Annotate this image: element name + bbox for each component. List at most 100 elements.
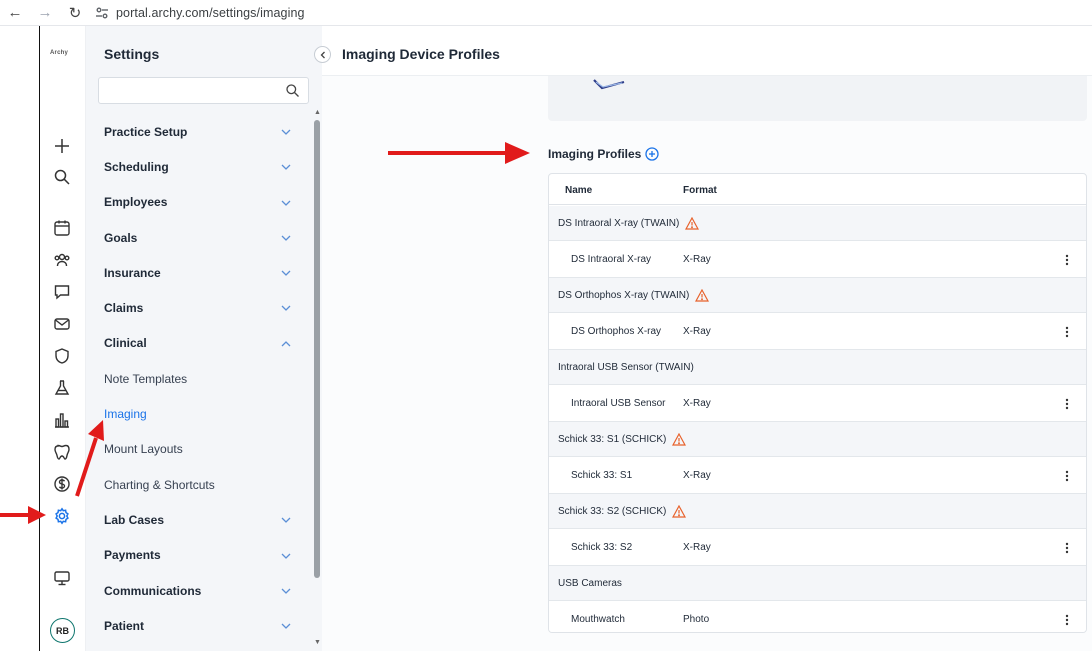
more-options-kebab-icon[interactable]: [1064, 469, 1070, 483]
table-header: Name Format: [549, 174, 1086, 205]
settings-menu-label: Imaging: [104, 407, 147, 422]
warning-triangle-icon[interactable]: [672, 432, 687, 446]
desktop-monitor-icon[interactable]: [50, 566, 74, 590]
warning-triangle-icon[interactable]: [685, 216, 700, 230]
settings-menu-label: Mount Layouts: [104, 442, 183, 457]
plus-icon[interactable]: [50, 134, 74, 158]
profile-name: Schick 33: S1: [571, 470, 633, 481]
forward-arrow-icon[interactable]: →: [30, 0, 60, 26]
warning-triangle-icon[interactable]: [672, 504, 687, 518]
chevron-down-icon[interactable]: [280, 302, 292, 314]
settings-menu-label: Communications: [104, 583, 202, 598]
patients-icon[interactable]: [50, 248, 74, 272]
settings-menu-item-mount-layouts[interactable]: Mount Layouts: [86, 432, 312, 467]
chevron-up-icon[interactable]: [280, 338, 292, 350]
more-options-kebab-icon[interactable]: [1064, 253, 1070, 267]
settings-menu-item-communications[interactable]: Communications: [86, 573, 312, 608]
settings-menu-item-imaging[interactable]: Imaging: [86, 396, 312, 431]
settings-menu: Practice Setup Scheduling Employees Goals In…: [86, 114, 312, 643]
more-options-kebab-icon[interactable]: [1064, 397, 1070, 411]
chevron-down-icon[interactable]: [280, 161, 292, 173]
settings-menu-item-employees[interactable]: Employees: [86, 185, 312, 220]
chevron-down-icon[interactable]: [280, 550, 292, 562]
chevron-down-icon[interactable]: [280, 514, 292, 526]
imaging-profiles-label: Imaging Profiles: [548, 147, 642, 161]
chevron-down-icon[interactable]: [280, 620, 292, 632]
profile-format: X-Ray: [683, 326, 711, 337]
table-row[interactable]: Intraoral USB Sensor X-Ray: [549, 385, 1086, 422]
chevron-down-icon[interactable]: [280, 197, 292, 209]
settings-menu-item-patient[interactable]: Patient: [86, 608, 312, 643]
profile-format: X-Ray: [683, 542, 711, 553]
tooth-icon[interactable]: [50, 440, 74, 464]
calendar-icon[interactable]: [50, 216, 74, 240]
settings-menu-item-insurance[interactable]: Insurance: [86, 255, 312, 290]
billing-dollar-icon[interactable]: [50, 472, 74, 496]
settings-gear-icon[interactable]: [50, 504, 74, 528]
settings-menu-item-practice-setup[interactable]: Practice Setup: [86, 114, 312, 149]
user-avatar[interactable]: RB: [50, 618, 75, 643]
imaging-profiles-table: Name Format DS Intraoral X-ray (TWAIN) DS…: [548, 173, 1087, 633]
settings-menu-item-payments[interactable]: Payments: [86, 538, 312, 573]
chat-icon[interactable]: [50, 280, 74, 304]
settings-menu-label: Insurance: [104, 265, 161, 280]
warning-triangle-icon[interactable]: [695, 288, 710, 302]
profile-group-label: Intraoral USB Sensor (TWAIN): [558, 361, 694, 373]
address-bar[interactable]: portal.archy.com/settings/imaging: [94, 0, 305, 26]
more-options-kebab-icon[interactable]: [1064, 325, 1070, 339]
back-arrow-icon[interactable]: ←: [0, 0, 30, 26]
search-icon[interactable]: [285, 83, 300, 98]
profile-name: DS Orthophos X-ray: [571, 326, 662, 337]
settings-menu-item-charting-and-shortcuts[interactable]: Charting & Shortcuts: [86, 467, 312, 502]
lab-flask-icon[interactable]: [50, 376, 74, 400]
main-header: Imaging Device Profiles: [314, 26, 1092, 76]
collapse-sidebar-button[interactable]: [314, 46, 331, 63]
chevron-down-icon[interactable]: [280, 267, 292, 279]
profile-name: Mouthwatch: [571, 614, 625, 625]
scroll-up-arrow-icon[interactable]: ▲: [314, 109, 321, 116]
chevron-down-icon[interactable]: [280, 126, 292, 138]
mail-icon[interactable]: [50, 312, 74, 336]
site-settings-icon[interactable]: [94, 5, 110, 21]
table-row[interactable]: Mouthwatch Photo: [549, 601, 1086, 632]
column-header-format: Format: [683, 185, 717, 196]
table-row[interactable]: DS Orthophos X-ray X-Ray: [549, 313, 1086, 350]
settings-search-input[interactable]: [98, 77, 309, 104]
settings-scrollbar-thumb[interactable]: [314, 120, 320, 578]
settings-sidebar: Settings Practice Setup Scheduling Employe…: [86, 26, 322, 651]
reports-chart-icon[interactable]: [50, 408, 74, 432]
settings-menu-item-note-templates[interactable]: Note Templates: [86, 361, 312, 396]
browser-toolbar: ← → ↻ portal.archy.com/settings/imaging: [0, 0, 1092, 26]
settings-menu-item-scheduling[interactable]: Scheduling: [86, 149, 312, 184]
add-profile-plus-icon[interactable]: [645, 147, 660, 161]
settings-menu-item-lab-cases[interactable]: Lab Cases: [86, 502, 312, 537]
chevron-down-icon[interactable]: [280, 585, 292, 597]
settings-menu-label: Lab Cases: [104, 512, 165, 527]
icon-rail: Archy RB: [40, 26, 86, 651]
settings-menu-item-claims[interactable]: Claims: [86, 290, 312, 325]
profile-group-row: DS Orthophos X-ray (TWAIN): [549, 278, 1086, 313]
profile-name: DS Intraoral X-ray: [571, 254, 652, 265]
more-options-kebab-icon[interactable]: [1064, 613, 1070, 627]
chevron-down-icon[interactable]: [280, 232, 292, 244]
app-logo[interactable]: Archy: [50, 50, 68, 56]
settings-menu-label: Claims: [104, 301, 144, 316]
settings-menu-item-goals[interactable]: Goals: [86, 220, 312, 255]
reload-icon[interactable]: ↻: [60, 0, 90, 26]
settings-menu-label: Clinical: [104, 336, 147, 351]
settings-menu-label: Scheduling: [104, 159, 169, 174]
scroll-down-arrow-icon[interactable]: ▼: [314, 639, 321, 646]
search-icon[interactable]: [50, 165, 74, 189]
table-row[interactable]: Schick 33: S1 X-Ray: [549, 457, 1086, 494]
chevron-left-icon: [320, 51, 325, 58]
table-row[interactable]: DS Intraoral X-ray X-Ray: [549, 241, 1086, 278]
table-row[interactable]: Schick 33: S2 X-Ray: [549, 529, 1086, 566]
device-illustration-icon: [593, 79, 625, 90]
profile-group-row: DS Intraoral X-ray (TWAIN): [549, 206, 1086, 241]
shield-icon[interactable]: [50, 344, 74, 368]
settings-menu-label: Goals: [104, 230, 138, 245]
settings-menu-item-clinical[interactable]: Clinical: [86, 326, 312, 361]
profile-name: Intraoral USB Sensor: [571, 398, 666, 409]
more-options-kebab-icon[interactable]: [1064, 541, 1070, 555]
page-title: Imaging Device Profiles: [342, 46, 500, 62]
